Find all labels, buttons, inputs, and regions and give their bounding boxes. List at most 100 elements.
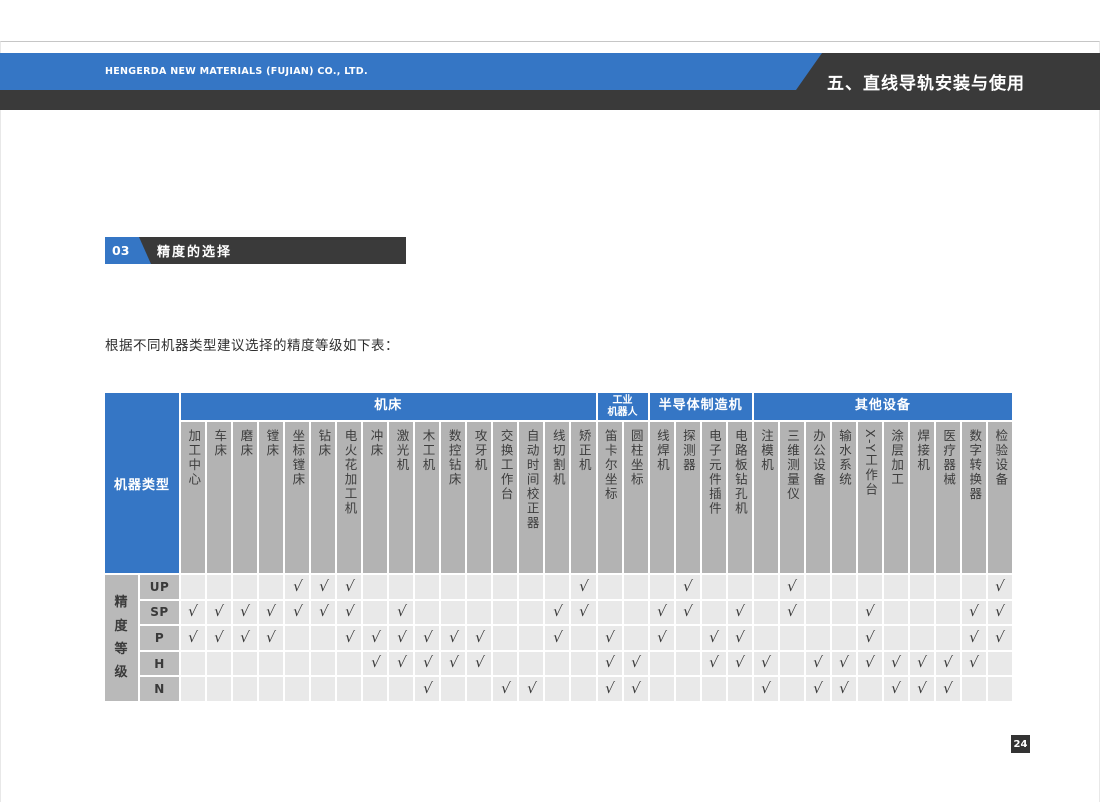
data-cell <box>233 575 257 599</box>
check-mark: √ <box>370 631 381 646</box>
data-cell: √ <box>337 575 361 599</box>
data-cell <box>728 575 752 599</box>
intro-text: 根据不同机器类型建议选择的精度等级如下表： <box>105 334 399 354</box>
data-cell <box>858 575 882 599</box>
data-cell <box>389 677 413 701</box>
check-mark: √ <box>422 631 433 646</box>
data-cell <box>962 677 986 701</box>
data-cell <box>832 626 856 650</box>
column-header: 坐标镗床 <box>285 422 309 573</box>
data-cell <box>806 575 830 599</box>
data-cell <box>728 677 752 701</box>
data-cell <box>884 601 908 625</box>
data-cell: √ <box>285 575 309 599</box>
check-mark: √ <box>344 631 355 646</box>
data-cell: √ <box>441 652 465 676</box>
check-mark: √ <box>786 580 797 595</box>
data-cell: √ <box>936 652 960 676</box>
data-cell <box>806 601 830 625</box>
check-mark: √ <box>838 656 849 671</box>
data-cell <box>233 652 257 676</box>
data-cell: √ <box>988 626 1012 650</box>
column-header: 加工中心 <box>181 422 205 573</box>
data-cell <box>207 652 231 676</box>
check-mark: √ <box>864 605 875 620</box>
data-cell: √ <box>962 652 986 676</box>
check-mark: √ <box>188 605 199 620</box>
data-cell <box>832 601 856 625</box>
data-cell: √ <box>780 575 804 599</box>
check-mark: √ <box>240 631 251 646</box>
check-mark: √ <box>943 682 954 697</box>
check-mark: √ <box>734 631 745 646</box>
row-group-label: 精度等级 <box>105 575 138 701</box>
data-cell: √ <box>389 601 413 625</box>
data-cell <box>754 575 778 599</box>
data-cell: √ <box>676 575 700 599</box>
check-mark: √ <box>890 656 901 671</box>
check-mark: √ <box>292 605 303 620</box>
data-cell <box>181 677 205 701</box>
data-cell: √ <box>832 677 856 701</box>
check-mark: √ <box>266 605 277 620</box>
data-cell <box>207 677 231 701</box>
data-cell <box>754 601 778 625</box>
data-cell <box>181 652 205 676</box>
check-mark: √ <box>995 580 1006 595</box>
check-mark: √ <box>266 631 277 646</box>
data-cell: √ <box>650 601 674 625</box>
column-header: 镗床 <box>259 422 283 573</box>
data-cell: √ <box>754 652 778 676</box>
data-cell <box>676 677 700 701</box>
data-cell: √ <box>624 652 648 676</box>
data-cell: √ <box>389 652 413 676</box>
check-mark: √ <box>995 631 1006 646</box>
data-cell: √ <box>962 601 986 625</box>
column-header: 木工机 <box>415 422 439 573</box>
check-mark: √ <box>734 605 745 620</box>
data-cell: √ <box>728 601 752 625</box>
check-mark: √ <box>552 605 563 620</box>
check-mark: √ <box>760 656 771 671</box>
data-cell <box>832 575 856 599</box>
data-cell <box>415 575 439 599</box>
data-cell <box>467 601 491 625</box>
check-mark: √ <box>630 682 641 697</box>
data-cell: √ <box>598 652 622 676</box>
check-mark: √ <box>995 605 1006 620</box>
column-header: 办公设备 <box>806 422 830 573</box>
data-cell: √ <box>858 601 882 625</box>
data-cell <box>702 677 726 701</box>
data-cell <box>754 626 778 650</box>
data-cell: √ <box>467 652 491 676</box>
data-cell <box>233 677 257 701</box>
data-cell <box>962 575 986 599</box>
check-mark: √ <box>682 605 693 620</box>
column-header: 注模机 <box>754 422 778 573</box>
column-header: 涂层加工 <box>884 422 908 573</box>
data-cell: √ <box>181 601 205 625</box>
column-header: 线切割机 <box>545 422 569 573</box>
section-number: 03 <box>112 243 129 258</box>
column-header: 线焊机 <box>650 422 674 573</box>
data-cell <box>884 626 908 650</box>
data-cell: √ <box>676 601 700 625</box>
data-cell <box>519 575 543 599</box>
data-cell <box>988 652 1012 676</box>
data-cell <box>936 575 960 599</box>
group-header: 半导体制造机 <box>650 393 752 420</box>
data-cell: √ <box>311 601 335 625</box>
page: HENGERDA NEW MATERIALS (FUJIAN) CO., LTD… <box>0 0 1100 802</box>
data-cell <box>676 626 700 650</box>
data-cell <box>624 575 648 599</box>
data-cell <box>363 575 387 599</box>
data-cell <box>676 652 700 676</box>
data-cell <box>650 575 674 599</box>
data-cell <box>285 626 309 650</box>
data-cell <box>936 601 960 625</box>
data-cell <box>519 601 543 625</box>
row-label: SP <box>140 601 179 625</box>
column-header: 焊接机 <box>910 422 934 573</box>
data-cell: √ <box>259 626 283 650</box>
data-cell <box>598 575 622 599</box>
